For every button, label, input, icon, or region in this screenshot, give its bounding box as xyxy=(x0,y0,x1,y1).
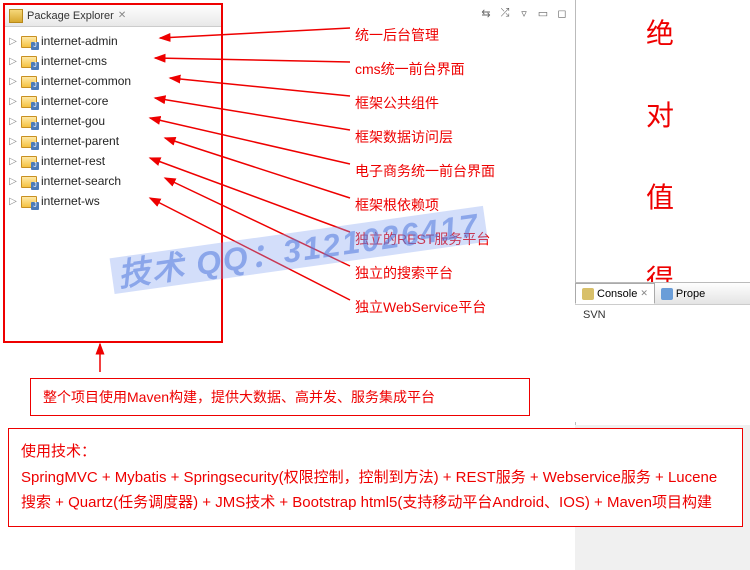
project-folder-icon xyxy=(21,74,37,88)
technology-box: 使用技术： SpringMVC + Mybatis + Springsecuri… xyxy=(8,428,743,527)
project-folder-icon xyxy=(21,134,37,148)
project-label: internet-search xyxy=(41,174,121,188)
project-label: internet-parent xyxy=(41,134,119,148)
expand-icon[interactable]: ▷ xyxy=(7,195,19,207)
project-item[interactable]: ▷ internet-cms xyxy=(7,51,219,71)
minimize-icon[interactable]: ▭ xyxy=(535,5,551,21)
project-item[interactable]: ▷ internet-admin xyxy=(7,31,219,51)
console-tab-label: Console xyxy=(597,288,637,300)
project-item[interactable]: ▷ internet-rest xyxy=(7,151,219,171)
project-item[interactable]: ▷ internet-common xyxy=(7,71,219,91)
project-folder-icon xyxy=(21,34,37,48)
project-label: internet-admin xyxy=(41,34,118,48)
annotation-label: 框架数据访问层 xyxy=(355,120,495,154)
expand-icon[interactable]: ▷ xyxy=(7,95,19,107)
project-folder-icon xyxy=(21,174,37,188)
properties-icon xyxy=(661,288,673,300)
project-label: internet-ws xyxy=(41,194,100,208)
project-item[interactable]: ▷ internet-core xyxy=(7,91,219,111)
promo-char: 绝 xyxy=(600,12,720,52)
project-tree: ▷ internet-admin ▷ internet-cms ▷ internet-co… xyxy=(5,27,221,215)
project-item[interactable]: ▷ internet-gou xyxy=(7,111,219,131)
project-folder-icon xyxy=(21,114,37,128)
console-tab[interactable]: Console ✕ xyxy=(575,283,655,304)
explorer-title: Package Explorer xyxy=(27,10,114,22)
annotations-list: 统一后台管理cms统一前台界面框架公共组件框架数据访问层电子商务统一前台界面框架… xyxy=(355,18,495,324)
explorer-close-icon[interactable]: ✕ xyxy=(118,10,126,21)
expand-icon[interactable]: ▷ xyxy=(7,175,19,187)
tech-title: 使用技术： xyxy=(21,439,730,465)
link-icon[interactable]: ⤮ xyxy=(497,5,513,21)
annotation-label: 电子商务统一前台界面 xyxy=(355,154,495,188)
project-label: internet-cms xyxy=(41,54,107,68)
expand-icon[interactable]: ▷ xyxy=(7,155,19,167)
project-item[interactable]: ▷ internet-search xyxy=(7,171,219,191)
promo-char: 值 xyxy=(600,176,720,216)
expand-icon[interactable]: ▷ xyxy=(7,135,19,147)
project-folder-icon xyxy=(21,194,37,208)
package-explorer-panel: Package Explorer ✕ ▷ internet-admin ▷ inter… xyxy=(3,3,223,343)
maximize-icon[interactable]: ◻ xyxy=(554,5,570,21)
description-box: 整个项目使用Maven构建，提供大数据、高并发、服务集成平台 xyxy=(30,378,530,416)
annotation-label: 独立的搜索平台 xyxy=(355,256,495,290)
explorer-header: Package Explorer ✕ xyxy=(5,5,221,27)
view-menu-icon[interactable]: ▿ xyxy=(516,5,532,21)
package-explorer-icon xyxy=(9,9,23,23)
expand-icon[interactable]: ▷ xyxy=(7,115,19,127)
console-tabs: Console ✕ Prope xyxy=(575,283,750,305)
project-folder-icon xyxy=(21,154,37,168)
properties-tab-label: Prope xyxy=(676,288,705,300)
project-label: internet-common xyxy=(41,74,131,88)
project-folder-icon xyxy=(21,94,37,108)
console-panel: Console ✕ Prope SVN xyxy=(575,282,750,422)
expand-icon[interactable]: ▷ xyxy=(7,75,19,87)
project-label: internet-rest xyxy=(41,154,105,168)
console-icon xyxy=(582,288,594,300)
project-item[interactable]: ▷ internet-ws xyxy=(7,191,219,211)
project-item[interactable]: ▷ internet-parent xyxy=(7,131,219,151)
expand-icon[interactable]: ▷ xyxy=(7,55,19,67)
annotation-label: 框架根依赖项 xyxy=(355,188,495,222)
project-label: internet-core xyxy=(41,94,108,108)
properties-tab[interactable]: Prope xyxy=(655,288,711,300)
project-folder-icon xyxy=(21,54,37,68)
close-icon[interactable]: ✕ xyxy=(640,288,648,299)
annotation-label: cms统一前台界面 xyxy=(355,52,495,86)
annotation-label: 框架公共组件 xyxy=(355,86,495,120)
promo-char: 对 xyxy=(600,94,720,134)
annotation-label: 独立的REST服务平台 xyxy=(355,222,495,256)
project-label: internet-gou xyxy=(41,114,105,128)
annotation-label: 统一后台管理 xyxy=(355,18,495,52)
tech-content: SpringMVC + Mybatis + Springsecurity(权限控… xyxy=(21,465,730,516)
description-text: 整个项目使用Maven构建，提供大数据、高并发、服务集成平台 xyxy=(43,389,435,405)
expand-icon[interactable]: ▷ xyxy=(7,35,19,47)
annotation-label: 独立WebService平台 xyxy=(355,290,495,324)
console-output: SVN xyxy=(575,305,750,325)
